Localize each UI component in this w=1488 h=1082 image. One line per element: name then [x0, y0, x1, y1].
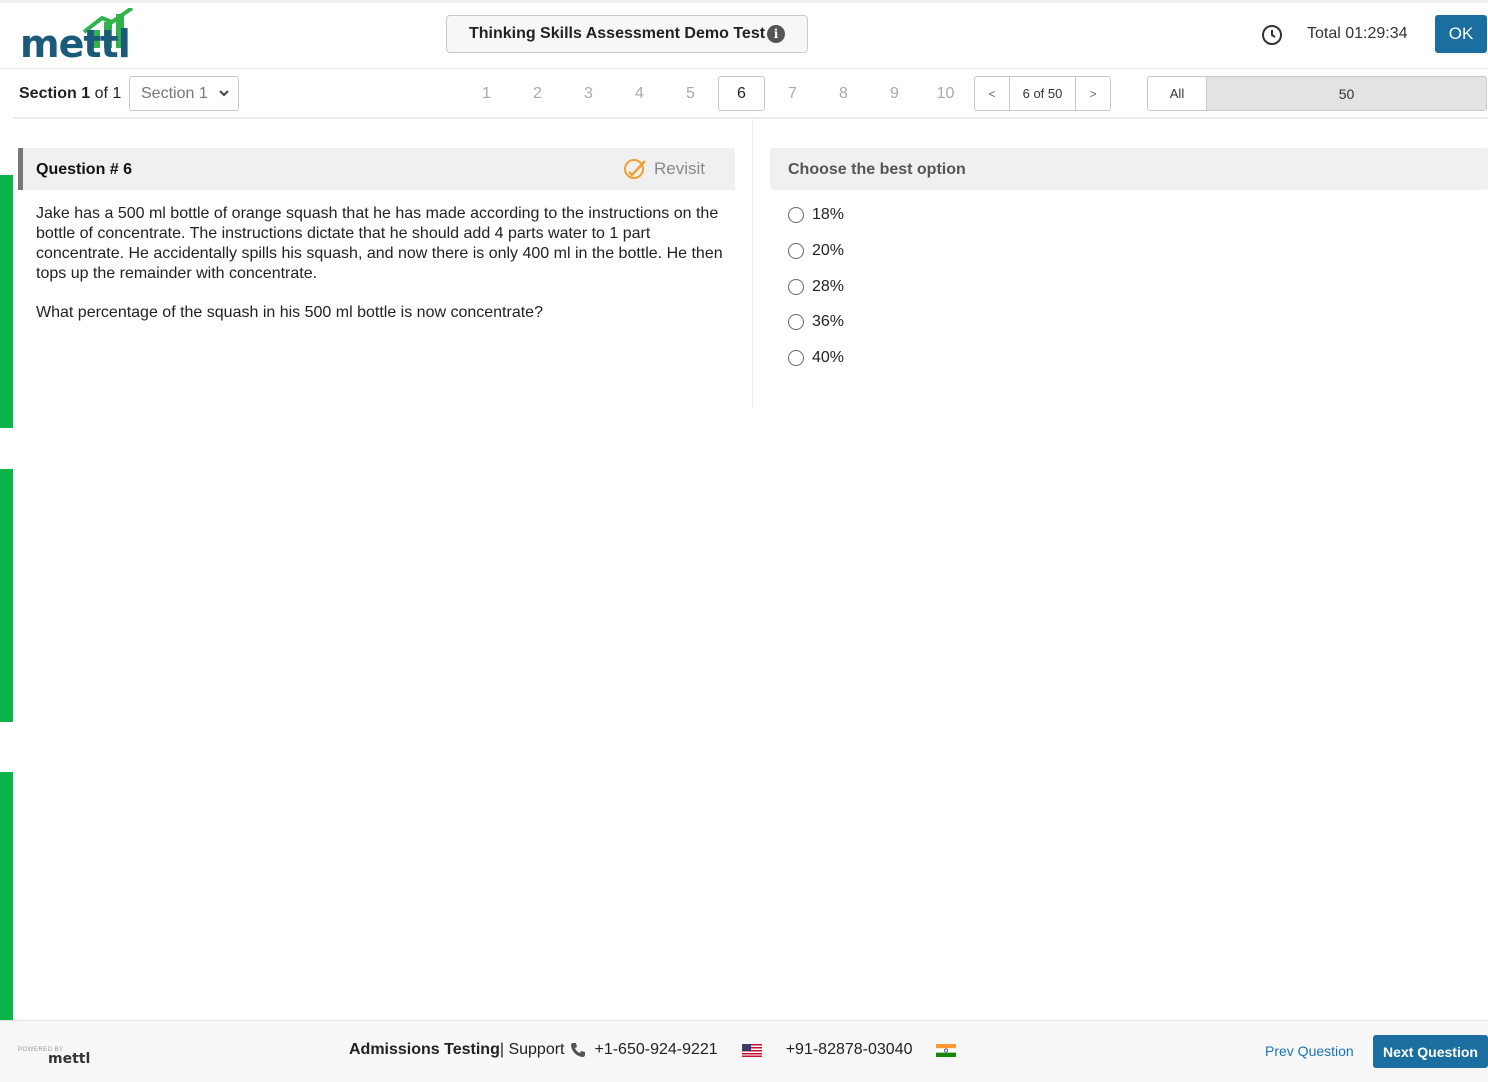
test-title: Thinking Skills Assessment Demo Test i [446, 15, 808, 53]
question-nav-3[interactable]: 3 [565, 76, 612, 111]
support-label: | Support [499, 1041, 565, 1058]
logo-text: mettl [20, 22, 131, 66]
pager-next-button[interactable]: > [1076, 77, 1110, 110]
option-radio[interactable] [788, 207, 804, 223]
status-marker [0, 175, 13, 428]
powered-logo-text: mettl [48, 1051, 91, 1067]
options-title: Choose the best option [788, 161, 966, 178]
option-2[interactable]: 20% [788, 242, 844, 260]
filter-count[interactable]: 50 [1207, 77, 1486, 110]
option-label: 20% [812, 242, 845, 259]
option-3[interactable]: 28% [788, 278, 844, 296]
question-nav-7[interactable]: 7 [769, 76, 816, 111]
question-title: Question # 6 [36, 161, 133, 178]
mettl-logo: mettl [20, 8, 140, 66]
option-label: 36% [812, 313, 845, 330]
section-current: 1 [81, 85, 91, 102]
total-timer: Total 01:29:34 [1307, 25, 1408, 42]
option-label: 40% [812, 349, 845, 366]
section-word: Section [19, 85, 77, 102]
option-radio[interactable] [788, 279, 804, 295]
chevron-down-icon [219, 90, 229, 97]
india-flag-icon [936, 1043, 957, 1057]
info-icon[interactable]: i [767, 25, 786, 43]
us-flag-icon [741, 1043, 762, 1057]
option-4[interactable]: 36% [788, 313, 844, 331]
section-dropdown[interactable]: Section 1 [129, 76, 239, 111]
question-header: Question # 6 Revisit [18, 148, 735, 190]
phone-in: +91-82878-03040 [785, 1041, 913, 1058]
question-nav-1[interactable]: 1 [463, 76, 510, 111]
footer-support: Admissions Testing | Support +1-650-924-… [349, 1041, 980, 1059]
status-marker [0, 772, 13, 1025]
phone-us: +1-650-924-9221 [594, 1041, 718, 1058]
section-dropdown-value: Section 1 [141, 84, 208, 102]
revisit-label: Revisit [653, 159, 705, 178]
option-5[interactable]: 40% [788, 349, 844, 367]
toolbar-divider [13, 117, 1488, 119]
footer: POWERED BY mettl Admissions Testing | Su… [0, 1020, 1488, 1082]
question-nav-10[interactable]: 10 [922, 76, 969, 111]
option-radio[interactable] [788, 243, 804, 259]
question-body: Jake has a 500 ml bottle of orange squas… [36, 204, 738, 323]
question-nav-2[interactable]: 2 [514, 76, 561, 111]
section-total: 1 [112, 85, 122, 102]
next-question-button[interactable]: Next Question [1373, 1035, 1488, 1068]
option-label: 18% [812, 206, 845, 223]
status-marker [0, 469, 13, 722]
revisit-icon [623, 159, 646, 179]
question-nav-9[interactable]: 9 [871, 76, 918, 111]
footer-brand: Admissions Testing [349, 1041, 500, 1058]
top-border [0, 0, 1488, 3]
question-prompt: What percentage of the squash in his 500… [36, 304, 543, 321]
pager-prev-button[interactable]: < [975, 77, 1009, 110]
filter-all-button[interactable]: All [1148, 77, 1207, 110]
question-filter: All 50 [1147, 76, 1487, 111]
option-1[interactable]: 18% [788, 206, 844, 224]
question-nav-4[interactable]: 4 [616, 76, 663, 111]
question-nav-8[interactable]: 8 [820, 76, 867, 111]
question-nav-5[interactable]: 5 [667, 76, 714, 111]
clock-icon [1262, 25, 1282, 45]
section-of: of [94, 85, 108, 102]
prev-question-link[interactable]: Prev Question [1265, 1043, 1354, 1059]
panel-divider [752, 119, 753, 407]
test-title-text: Thinking Skills Assessment Demo Test [468, 25, 766, 42]
ok-button[interactable]: OK [1435, 15, 1487, 53]
pager-position: 6 of 50 [1009, 77, 1076, 110]
section-indicator: Section 1 of 1 [19, 85, 121, 103]
powered-by-logo: POWERED BY mettl [18, 1043, 90, 1067]
options-header: Choose the best option [770, 148, 1488, 190]
option-label: 28% [812, 278, 845, 295]
option-radio[interactable] [788, 314, 804, 330]
header-divider [0, 68, 1488, 69]
option-radio[interactable] [788, 350, 804, 366]
question-pager: < 6 of 50 > [974, 76, 1111, 111]
revisit-button[interactable]: Revisit [623, 158, 705, 180]
phone-icon [571, 1043, 586, 1057]
question-nav-6[interactable]: 6 [718, 76, 765, 111]
question-paragraph: Jake has a 500 ml bottle of orange squas… [36, 205, 723, 282]
